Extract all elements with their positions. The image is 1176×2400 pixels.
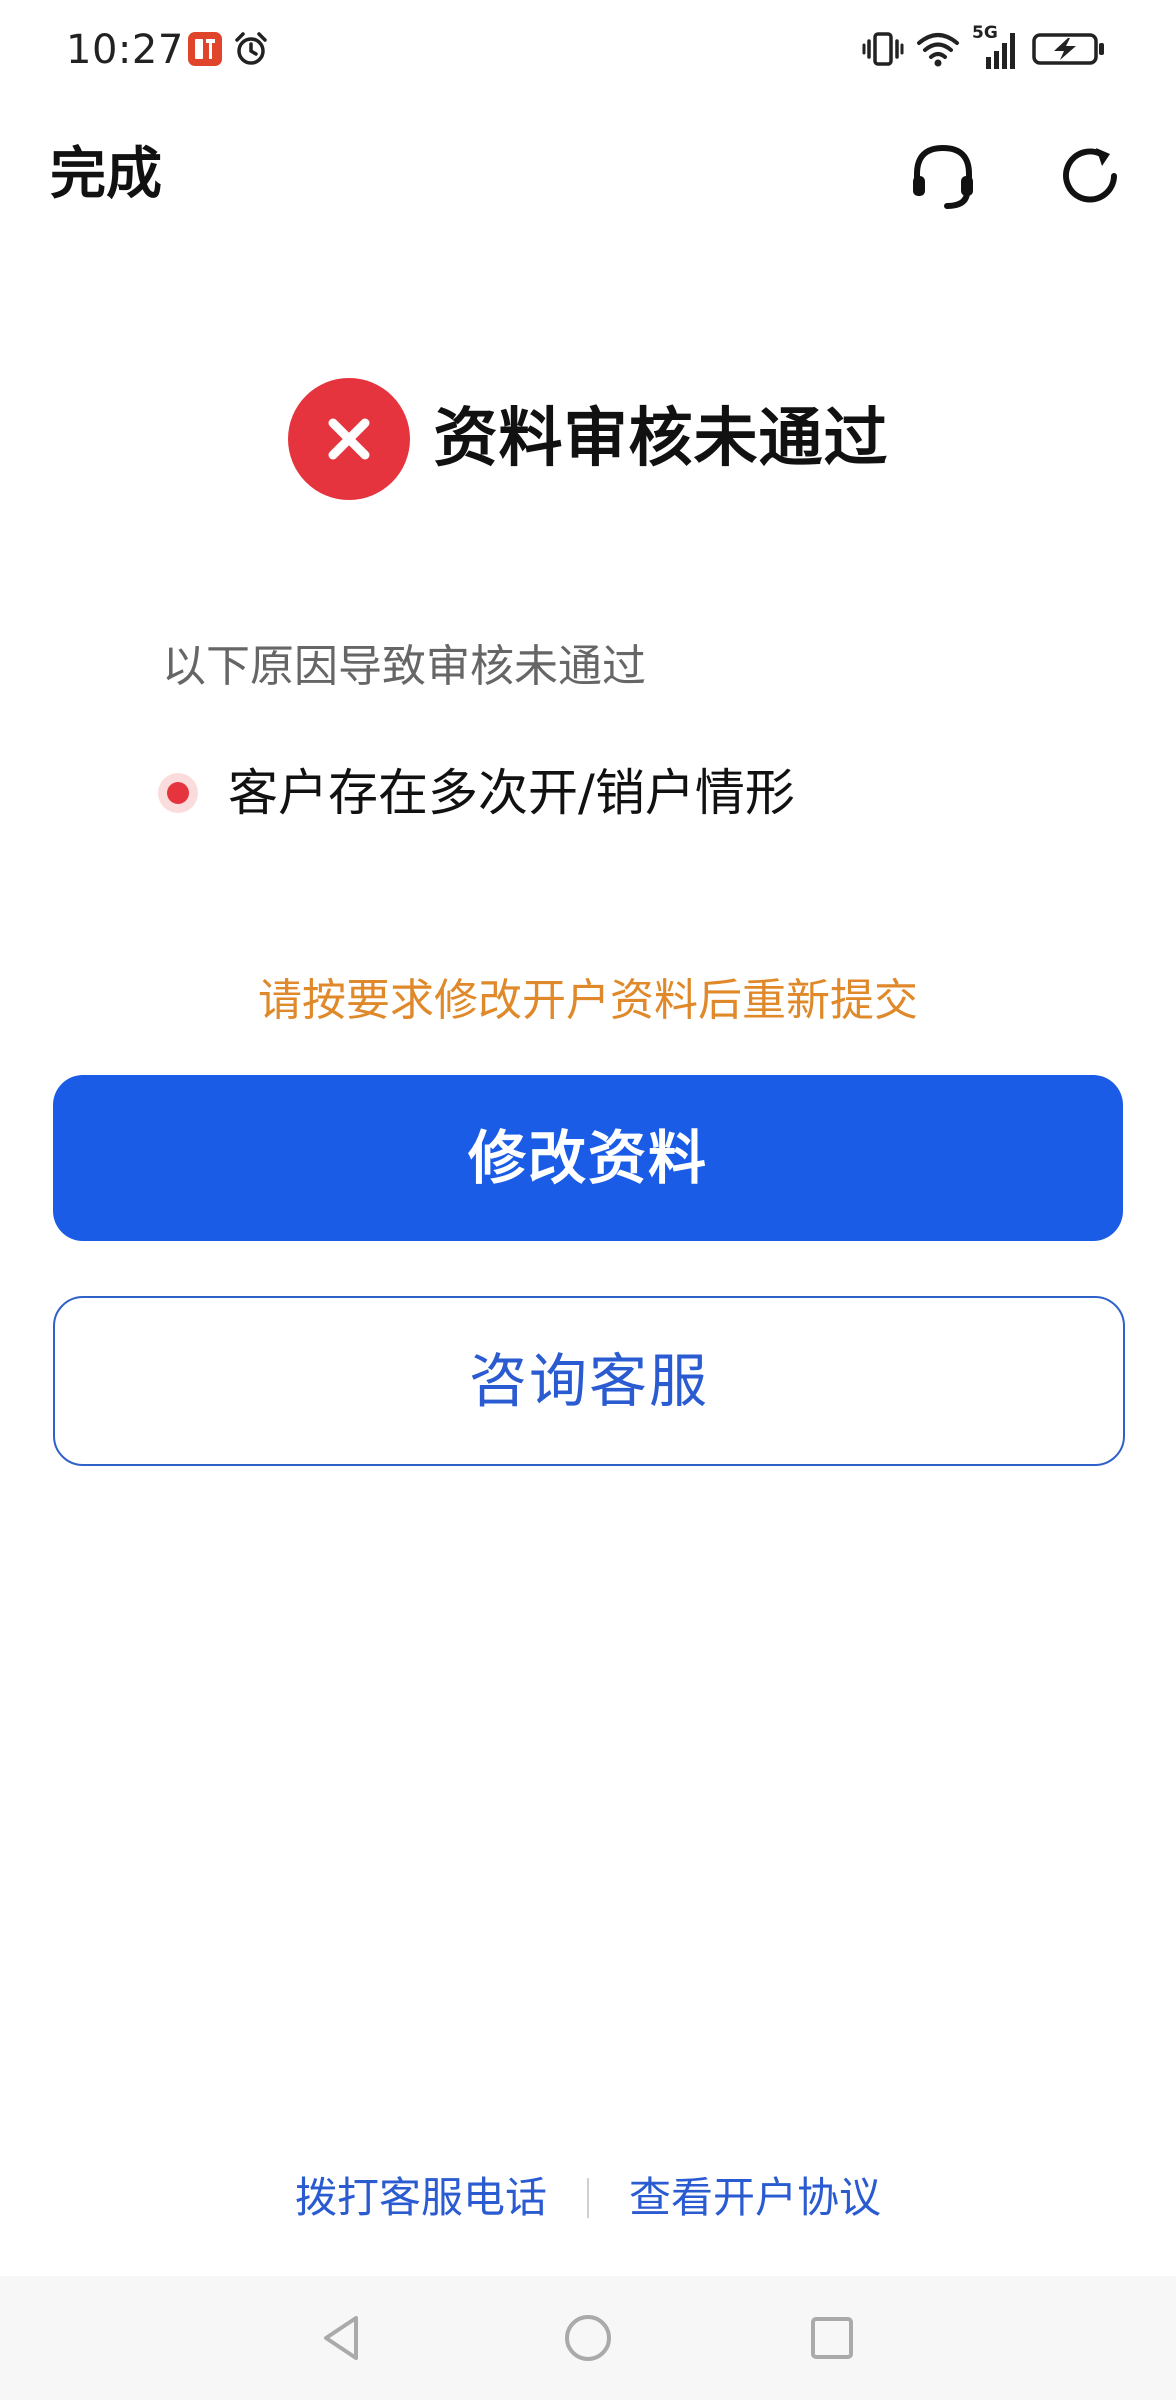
wifi-icon [916, 29, 960, 69]
bullet-dot-icon [158, 773, 198, 813]
system-nav-bar [0, 2276, 1176, 2400]
reason-text: 客户存在多次开/销户情形 [228, 764, 795, 822]
view-agreement-link[interactable]: 查看开户协议 [629, 2168, 881, 2228]
result-row: 资料审核未通过 [0, 376, 1176, 502]
reason-heading: 以下原因导致审核未通过 [162, 641, 646, 692]
status-bar: 10:27 5G [0, 0, 1176, 100]
status-indicators: 5G [862, 23, 1106, 72]
footer-divider [587, 2178, 589, 2218]
alarm-icon [232, 30, 270, 68]
vibrate-icon [862, 29, 904, 69]
back-icon[interactable] [312, 2308, 372, 2368]
hint-text: 请按要求修改开户资料后重新提交 [258, 975, 918, 1026]
error-circle-icon [287, 378, 410, 500]
home-icon[interactable] [558, 2308, 618, 2368]
header: 完成 [0, 120, 1176, 230]
cellular-signal-icon: 5G [972, 23, 1020, 71]
call-support-link[interactable]: 拨打客服电话 [295, 2168, 547, 2228]
consult-support-button[interactable]: 咨询客服 [53, 1296, 1125, 1466]
status-time: 10:27 [66, 27, 184, 73]
done-button[interactable]: 完成 [50, 142, 162, 208]
recent-apps-icon[interactable] [802, 2308, 862, 2368]
app-notification-icon [188, 32, 222, 66]
refresh-icon[interactable] [1052, 138, 1128, 214]
footer-links: 拨打客服电话 查看开户协议 [0, 2168, 1176, 2228]
battery-charging-icon [1032, 29, 1106, 69]
edit-info-button[interactable]: 修改资料 [53, 1075, 1123, 1241]
result-title: 资料审核未通过 [433, 402, 889, 476]
list-item: 客户存在多次开/销户情形 [158, 760, 795, 826]
headset-icon[interactable] [905, 138, 981, 214]
